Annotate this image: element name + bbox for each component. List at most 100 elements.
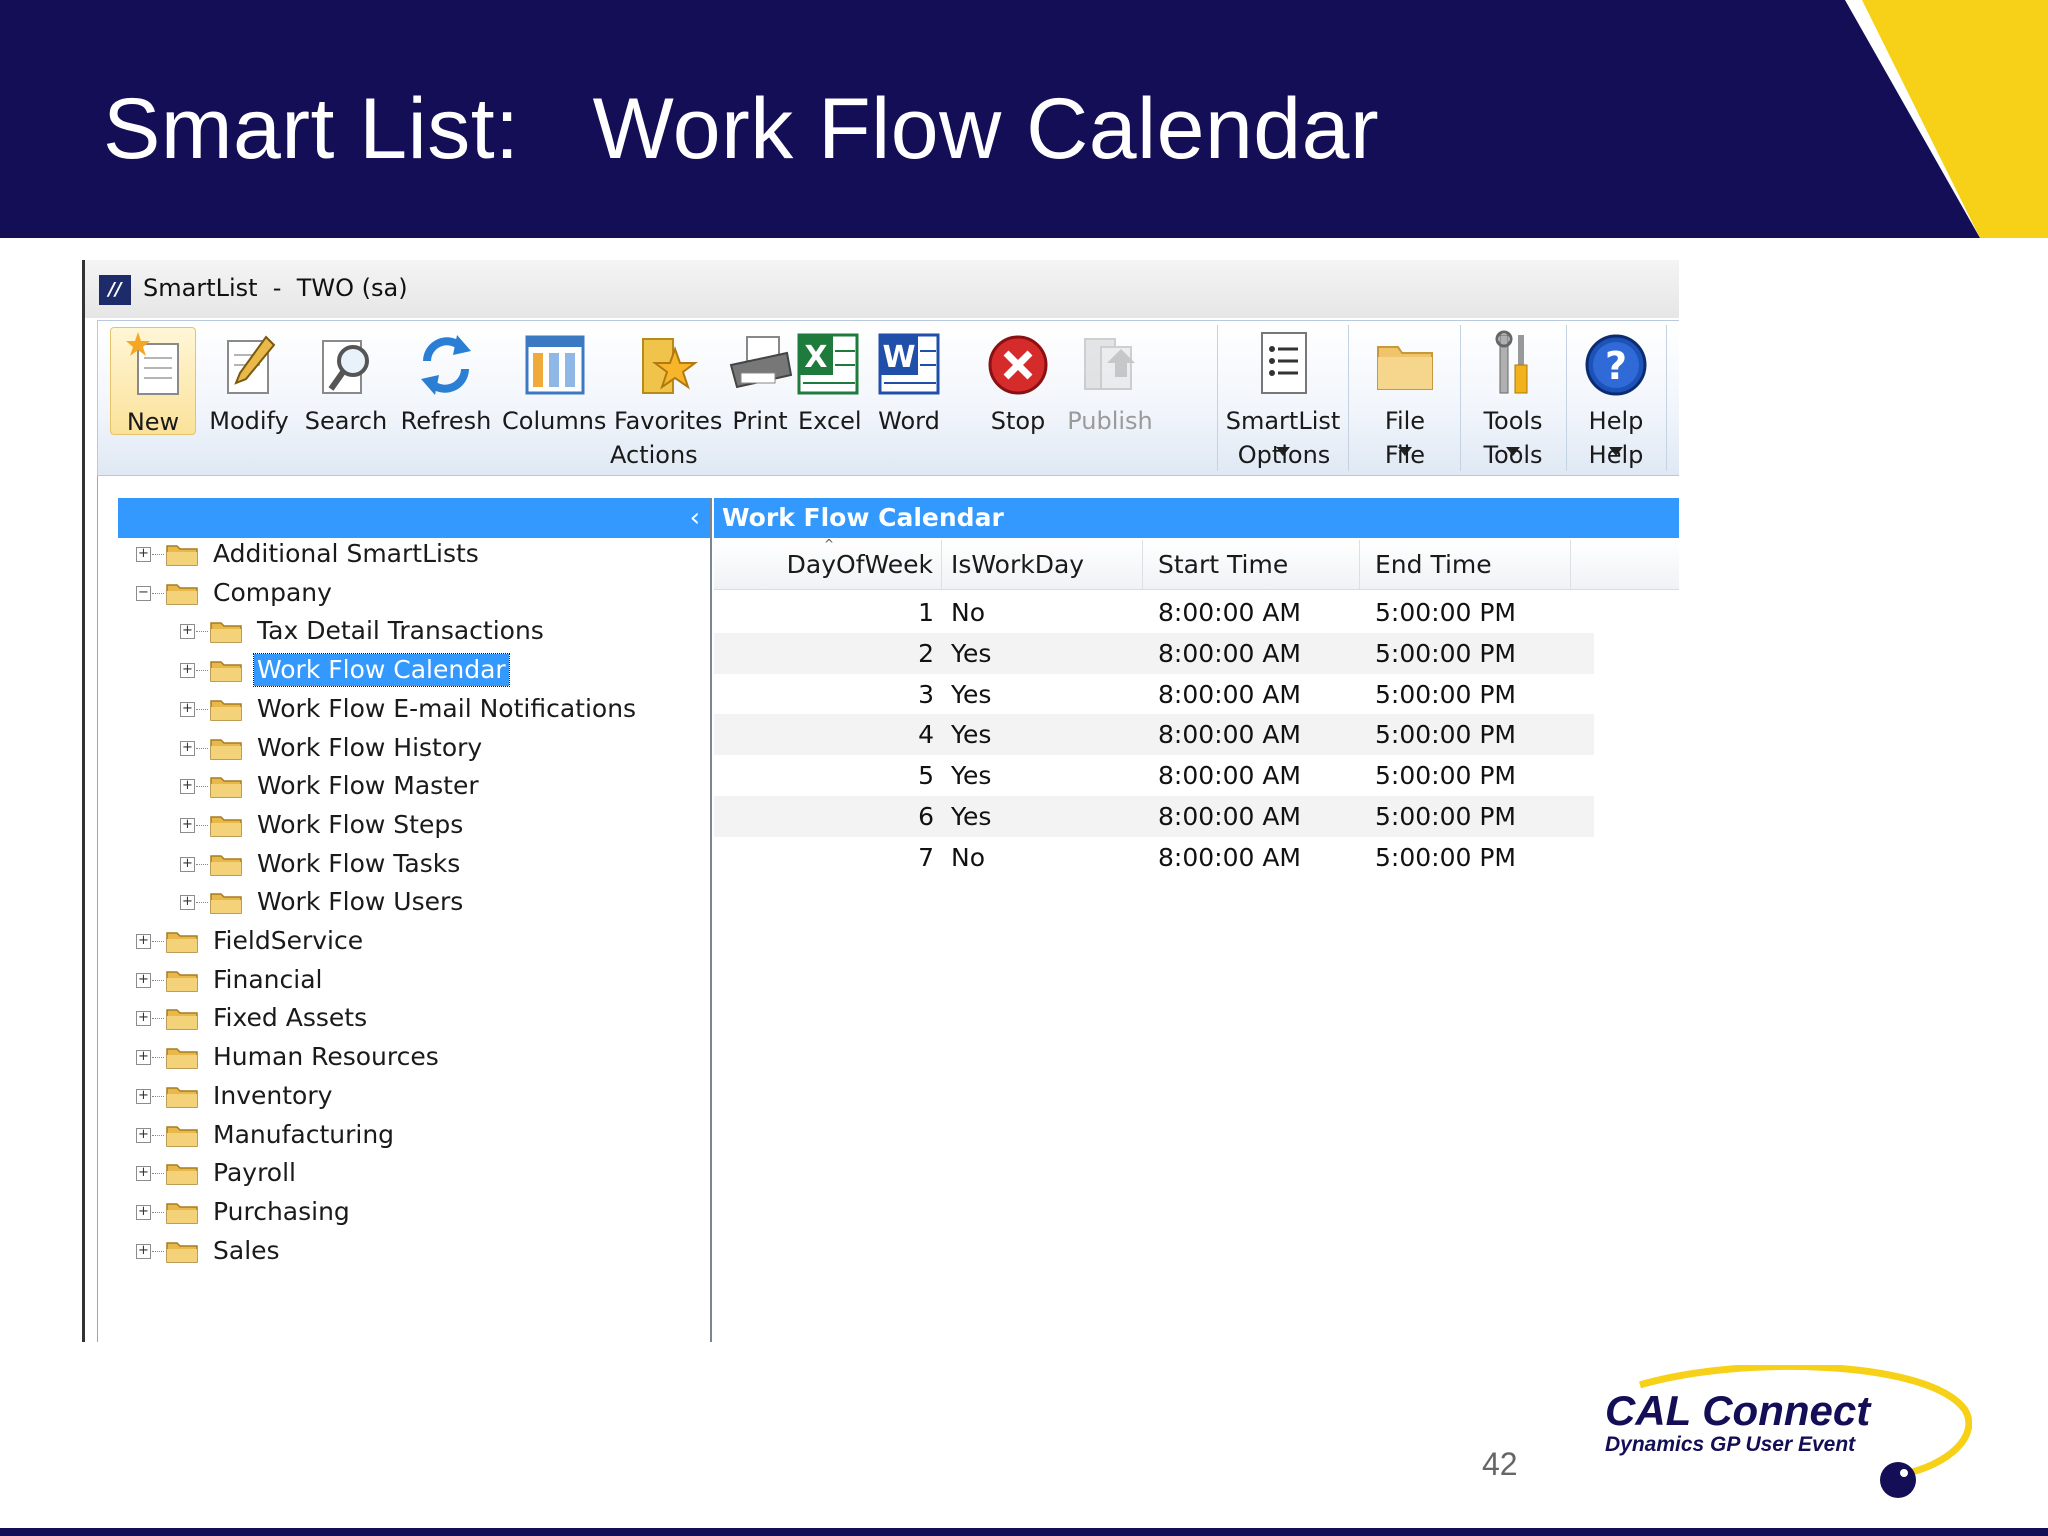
tools-menu-button[interactable]: Tools — [1464, 327, 1562, 456]
expand-icon[interactable]: + — [180, 817, 195, 833]
tree-item-label: Financial — [213, 964, 323, 994]
refresh-button[interactable]: Refresh — [398, 327, 494, 435]
tree-item-label: Work Flow Calendar — [253, 653, 510, 688]
tree-connector — [152, 592, 164, 594]
column-header-label: End Time — [1375, 550, 1492, 579]
help-menu-label: Help — [1588, 407, 1644, 435]
group-label-file: File — [1384, 441, 1426, 469]
modify-button[interactable]: Modify — [204, 327, 294, 435]
slide-banner: Smart List: Work Flow Calendar — [0, 0, 2048, 238]
folder-icon — [166, 1087, 198, 1108]
tree-connector — [196, 786, 208, 788]
column-header-start-time[interactable]: Start Time — [1144, 540, 1360, 590]
tree-connector — [196, 902, 208, 904]
group-separator — [1566, 325, 1567, 471]
tree-item-label: Payroll — [213, 1158, 296, 1188]
group-label-tools: Tools — [1483, 441, 1543, 469]
column-header-label: DayOfWeek — [786, 550, 933, 579]
tools-icon — [1495, 330, 1528, 394]
column-header-isworkday[interactable]: IsWorkDay — [943, 540, 1143, 590]
expand-icon[interactable]: + — [180, 701, 195, 717]
expand-icon[interactable]: + — [136, 1204, 151, 1220]
print-button[interactable]: Print — [726, 327, 794, 435]
smartlist-window: // SmartList - TWO (sa) New Modify Searc… — [82, 260, 1679, 1342]
expand-icon[interactable]: + — [180, 663, 195, 679]
new-button[interactable]: New — [110, 327, 196, 436]
cell-isworkday: Yes — [951, 802, 992, 831]
table-row[interactable]: 5 Yes 8:00:00 AM 5:00:00 PM — [714, 755, 1594, 796]
smartlist-options-button[interactable]: SmartList — [1224, 327, 1342, 456]
word-button-label: Word — [878, 407, 940, 435]
expand-icon[interactable]: + — [136, 1127, 151, 1143]
expand-icon[interactable]: + — [180, 624, 195, 640]
expand-icon[interactable]: + — [180, 779, 195, 795]
tree-item-label: Work Flow Users — [257, 887, 464, 917]
cell-end-time: 5:00:00 PM — [1375, 679, 1516, 709]
excel-button[interactable]: X Excel — [797, 327, 862, 435]
expand-icon[interactable]: + — [136, 547, 151, 562]
cell-end-time: 5:00:00 PM — [1375, 761, 1516, 791]
table-row[interactable]: 2 Yes 8:00:00 AM 5:00:00 PM — [714, 632, 1594, 674]
expand-icon[interactable]: + — [136, 1011, 151, 1027]
column-header-dayofweek[interactable]: ^ DayOfWeek — [714, 537, 942, 590]
columns-icon — [525, 335, 585, 395]
cell-dayofweek: 2 — [918, 638, 934, 668]
folder-icon — [210, 893, 242, 915]
grid-title: Work Flow Calendar — [722, 503, 1004, 532]
group-separator — [1348, 325, 1349, 471]
help-menu-button[interactable]: ? Help — [1570, 327, 1662, 456]
tree-item-label: Work Flow Tasks — [257, 848, 461, 878]
expand-icon[interactable]: + — [136, 934, 151, 949]
folder-icon — [210, 622, 242, 644]
word-button[interactable]: W Word — [876, 327, 942, 435]
slide-bottom-rule — [0, 1528, 2048, 1536]
publish-button[interactable]: Publish — [1064, 327, 1156, 435]
refresh-icon — [421, 335, 471, 395]
folder-icon — [210, 854, 242, 876]
table-row[interactable]: 7 No 8:00:00 AM 5:00:00 PM — [714, 837, 1594, 878]
expand-icon[interactable]: + — [136, 1050, 151, 1066]
expand-icon[interactable]: + — [136, 1166, 151, 1182]
file-menu-button[interactable]: File — [1354, 327, 1456, 456]
cell-isworkday: Yes — [951, 638, 992, 668]
collapse-pane-icon[interactable]: ‹ — [690, 502, 700, 534]
favorites-button[interactable]: Favorites — [614, 327, 722, 435]
tree-item-label: Work Flow Steps — [257, 809, 464, 839]
expand-icon[interactable]: + — [136, 1243, 151, 1259]
columns-button-label: Columns — [502, 407, 607, 435]
tree-connector — [152, 979, 164, 981]
table-row[interactable]: 3 Yes 8:00:00 AM 5:00:00 PM — [714, 674, 1594, 715]
svg-text:X: X — [804, 340, 827, 375]
cell-end-time: 5:00:00 PM — [1375, 842, 1516, 872]
cell-dayofweek: 4 — [918, 720, 934, 750]
modify-button-label: Modify — [209, 407, 289, 435]
search-button[interactable]: Search — [302, 327, 390, 435]
expand-icon[interactable]: + — [180, 895, 195, 911]
table-row[interactable]: 4 Yes 8:00:00 AM 5:00:00 PM — [714, 714, 1594, 756]
expand-icon[interactable]: + — [136, 1088, 151, 1104]
table-row[interactable]: 6 Yes 8:00:00 AM 5:00:00 PM — [714, 796, 1594, 837]
column-header-end-time[interactable]: End Time — [1361, 540, 1571, 590]
cell-start-time: 8:00:00 AM — [1158, 802, 1301, 831]
cell-start-time: 8:00:00 AM — [1158, 720, 1301, 750]
stop-button[interactable]: Stop — [986, 327, 1050, 435]
group-label-options: Options — [1237, 441, 1331, 469]
columns-button[interactable]: Columns — [502, 327, 606, 435]
cell-start-time: 8:00:00 AM — [1158, 638, 1301, 668]
sort-ascending-icon: ^ — [824, 537, 835, 551]
folder-icon — [166, 1164, 198, 1185]
expand-icon[interactable]: + — [180, 740, 195, 756]
tree-item-label: Sales — [213, 1235, 280, 1265]
publish-icon — [1084, 338, 1135, 390]
help-icon: ? — [1585, 334, 1647, 396]
tree-item-label: Purchasing — [213, 1196, 350, 1226]
smartlist-content: ‹ + Additional SmartLists − Company + Tax Det… — [97, 476, 1679, 1342]
cell-isworkday: Yes — [951, 720, 992, 750]
table-row[interactable]: 1 No 8:00:00 AM 5:00:00 PM — [714, 592, 1594, 633]
expand-icon[interactable]: + — [180, 856, 195, 872]
column-header-label: Start Time — [1158, 550, 1289, 579]
cell-start-time: 8:00:00 AM — [1158, 679, 1301, 709]
expand-icon[interactable]: + — [136, 972, 151, 988]
tree-connector — [152, 1134, 164, 1136]
collapse-icon[interactable]: − — [136, 585, 151, 601]
